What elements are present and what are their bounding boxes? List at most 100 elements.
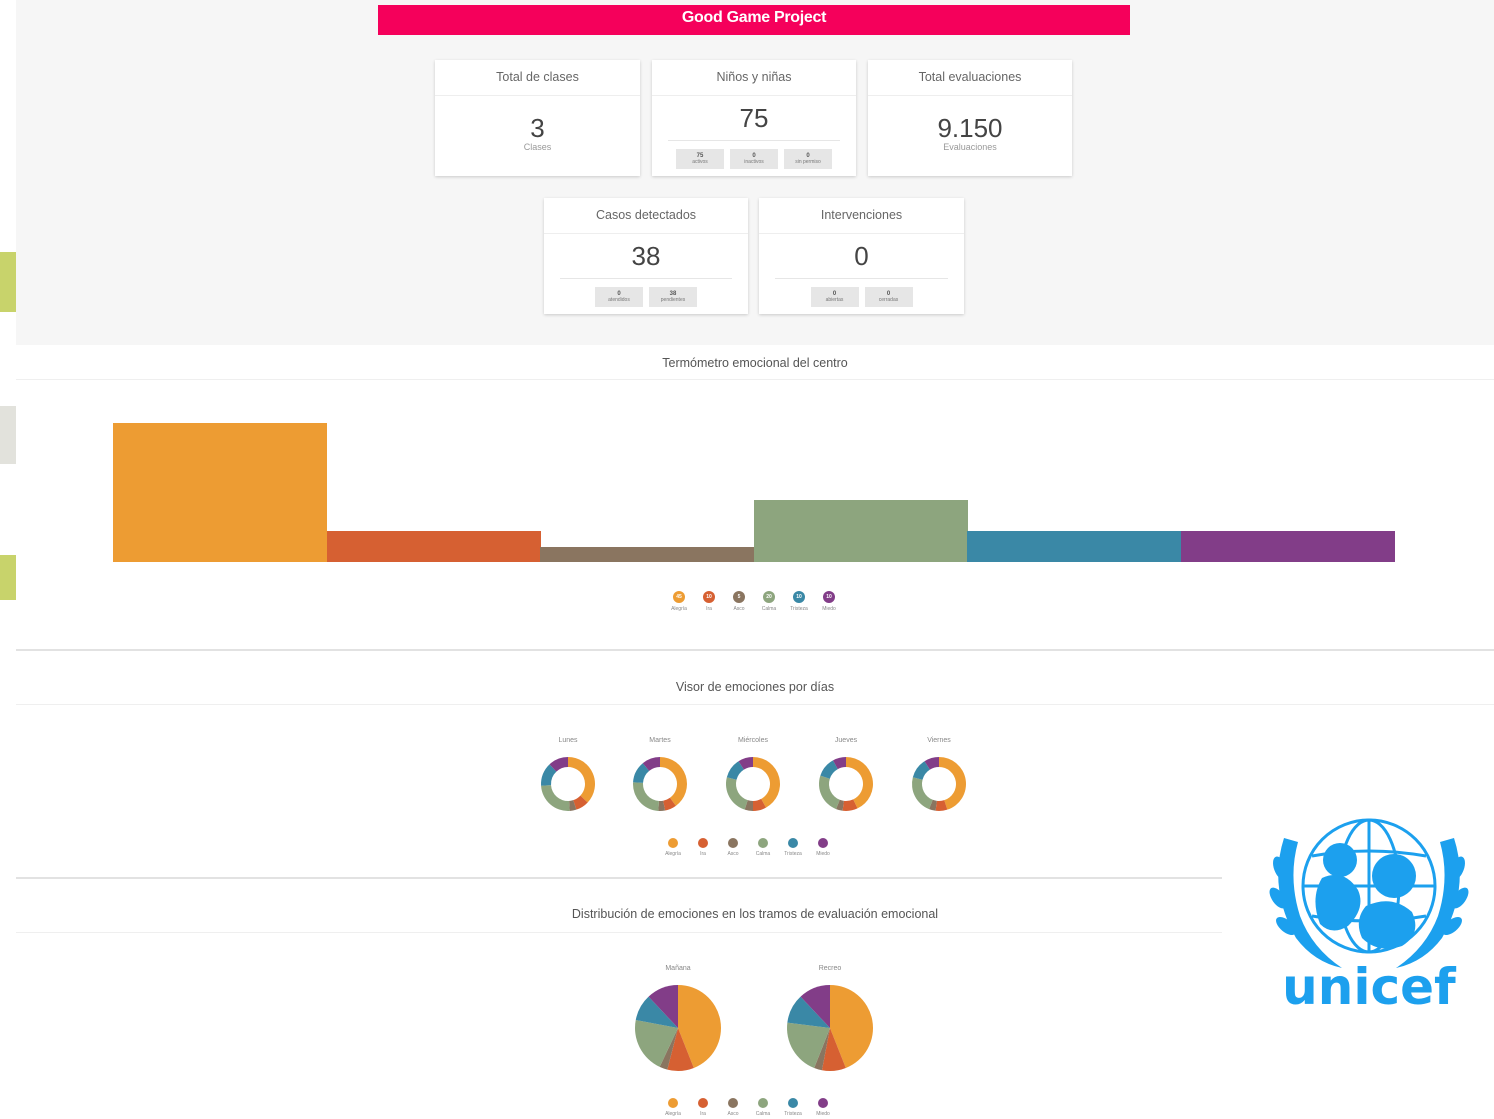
bar-tristeza[interactable] <box>967 531 1181 562</box>
card-value: 75 <box>739 103 769 133</box>
donut-chart <box>541 757 595 811</box>
legend-value: 20 <box>763 591 775 603</box>
unicef-wordmark: unicef <box>1282 958 1457 1010</box>
mini-stat: 0 abiertas <box>810 287 859 307</box>
distribucion-legend: Alegría Ira Asco Calma Tristeza Miedo <box>664 1098 832 1117</box>
legend-label: Asco <box>727 1111 739 1117</box>
day-label: Martes <box>649 737 671 744</box>
slice-alegría[interactable] <box>568 757 595 803</box>
visor-legend: Alegría Ira Asco Calma Tristeza Miedo <box>664 838 832 857</box>
termometro-legend: 45 Alegría 10 Ira 5 Asco 20 Calma 10 Tristeza 10 Mi… <box>670 591 838 612</box>
legend-item[interactable]: 10 Tristeza <box>790 591 808 612</box>
legend-item[interactable]: Alegría <box>664 1098 682 1117</box>
sidebar-tab[interactable] <box>0 555 16 600</box>
project-title: Good Game Project <box>378 5 1130 35</box>
legend-dot <box>758 838 768 848</box>
donut-chart <box>819 757 873 811</box>
bar-miedo[interactable] <box>1180 531 1395 562</box>
card-title: Total evaluaciones <box>868 60 1072 96</box>
legend-item[interactable]: Alegría <box>664 838 682 857</box>
bar-calma[interactable] <box>753 500 968 562</box>
slice-alegría[interactable] <box>753 757 780 808</box>
day-chart: Jueves <box>811 737 881 819</box>
legend-item[interactable]: 45 Alegría <box>670 591 688 612</box>
legend-item[interactable]: Tristeza <box>784 838 802 857</box>
bar-ira[interactable] <box>326 531 541 562</box>
legend-label: Miedo <box>822 606 836 612</box>
legend-dot <box>818 838 828 848</box>
section-title-termometro: Termómetro emocional del centro <box>662 356 848 370</box>
card-intervenciones: Intervenciones 0 0 abiertas 0 cerradas <box>759 198 964 314</box>
bar-alegría[interactable] <box>113 423 327 562</box>
card-value: 38 <box>631 241 661 271</box>
legend-label: Asco <box>727 851 739 857</box>
legend-dot <box>758 1098 768 1108</box>
legend-dot <box>728 838 738 848</box>
legend-dot <box>698 1098 708 1108</box>
slice-alegría[interactable] <box>660 757 687 806</box>
sidebar-tab[interactable] <box>0 406 16 464</box>
time-slot-label: Recreo <box>818 965 842 972</box>
day-label: Miércoles <box>738 737 768 744</box>
sidebar-tab[interactable] <box>0 252 16 312</box>
legend-item[interactable]: 5 Asco <box>730 591 748 612</box>
legend-dot <box>728 1098 738 1108</box>
card-divider <box>775 278 948 279</box>
legend-item[interactable]: Tristeza <box>784 1098 802 1117</box>
slice-calma[interactable] <box>912 777 933 810</box>
legend-label: Ira <box>700 851 706 857</box>
card-casos-detectados: Casos detectados 38 0 atendidos 38 pendien… <box>544 198 748 314</box>
legend-dot <box>818 1098 828 1108</box>
card-title: Niños y niñas <box>652 60 856 96</box>
slice-calma[interactable] <box>541 785 570 811</box>
section-divider <box>16 877 1222 879</box>
legend-item[interactable]: 20 Calma <box>760 591 778 612</box>
legend-item[interactable]: Calma <box>754 1098 772 1117</box>
slice-calma[interactable] <box>819 775 840 810</box>
legend-label: Calma <box>755 1111 771 1117</box>
mini-stat: 75 activos <box>676 149 724 169</box>
legend-value: 10 <box>823 591 835 603</box>
day-label: Lunes <box>558 737 578 744</box>
legend-dot <box>788 1098 798 1108</box>
day-chart: Lunes <box>533 737 603 819</box>
card-total-clases: Total de clases 3 Clases <box>435 60 640 176</box>
legend-label: Calma <box>755 851 771 857</box>
legend-label: Calma <box>761 606 777 612</box>
legend-label: Tristeza <box>784 851 802 857</box>
section-divider <box>16 932 1222 933</box>
mini-stat: 0 atendidos <box>595 287 643 307</box>
legend-item[interactable]: 10 Miedo <box>820 591 838 612</box>
section-divider <box>16 379 1494 380</box>
legend-item[interactable]: 10 Ira <box>700 591 718 612</box>
day-chart: Viernes <box>904 737 974 819</box>
legend-item[interactable]: Ira <box>694 838 712 857</box>
time-slot-chart: Recreo <box>775 965 885 1079</box>
legend-label: Ira <box>706 606 712 612</box>
card-subtitle: Clases <box>523 142 552 152</box>
section-title-visor: Visor de emociones por días <box>675 680 835 694</box>
legend-label: Tristeza <box>790 606 808 612</box>
section-divider <box>16 649 1494 651</box>
card-value: 0 <box>854 241 869 271</box>
card-divider <box>560 278 732 279</box>
pie-chart <box>787 985 873 1071</box>
legend-item[interactable]: Calma <box>754 838 772 857</box>
legend-dot <box>668 838 678 848</box>
bar-asco[interactable] <box>540 546 754 562</box>
day-chart: Miércoles <box>718 737 788 819</box>
slice-calma[interactable] <box>633 782 659 811</box>
donut-chart <box>633 757 687 811</box>
legend-label: Alegría <box>665 851 681 857</box>
legend-item[interactable]: Ira <box>694 1098 712 1117</box>
donut-chart <box>726 757 780 811</box>
legend-value: 10 <box>793 591 805 603</box>
slice-calma[interactable] <box>726 777 748 810</box>
legend-item[interactable]: Miedo <box>814 838 832 857</box>
legend-item[interactable]: Miedo <box>814 1098 832 1117</box>
legend-item[interactable]: Asco <box>724 838 742 857</box>
card-ninos-ninas: Niños y niñas 75 75 activos 0 inactivos 0s… <box>652 60 856 176</box>
time-slot-chart: Mañana <box>623 965 733 1079</box>
legend-value: 45 <box>673 591 685 603</box>
legend-item[interactable]: Asco <box>724 1098 742 1117</box>
